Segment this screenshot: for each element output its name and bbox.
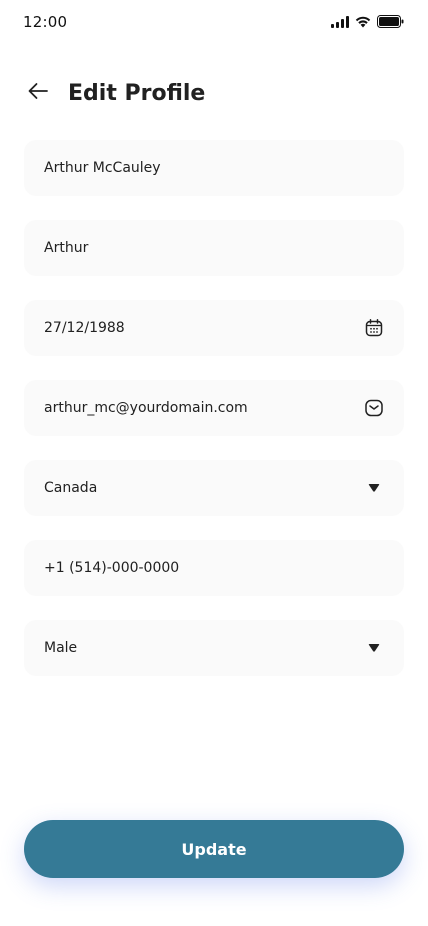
arrow-left-icon [26,79,50,107]
status-time: 12:00 [23,13,68,31]
email-value: arthur_mc@yourdomain.com [44,400,248,416]
email-field[interactable]: arthur_mc@yourdomain.com [24,380,404,436]
calendar-icon[interactable] [364,318,384,338]
battery-icon [377,15,404,28]
cellular-signal-icon [331,15,349,28]
page-title: Edit Profile [68,80,206,106]
status-bar: 12:00 [0,0,428,44]
birth-date-value: 27/12/1988 [44,320,125,336]
country-select[interactable]: Canada [24,460,404,516]
full-name-value: Arthur McCauley [44,160,161,176]
full-name-field[interactable]: Arthur McCauley [24,140,404,196]
country-value: Canada [44,480,98,496]
mail-icon [364,398,384,418]
phone-field[interactable]: +1 (514)-000-0000 [24,540,404,596]
update-button[interactable]: Update [24,820,404,878]
edit-profile-screen: 12:00 Edit Profile Arthur McCauley Arthu… [0,0,428,926]
header: Edit Profile [24,74,205,112]
back-button[interactable] [24,79,52,107]
status-icons [331,15,404,28]
caret-down-icon[interactable] [364,638,384,658]
update-button-label: Update [181,839,247,859]
phone-value: +1 (514)-000-0000 [44,560,180,576]
birth-date-field[interactable]: 27/12/1988 [24,300,404,356]
gender-select[interactable]: Male [24,620,404,676]
nickname-value: Arthur [44,240,89,256]
wifi-icon [355,16,371,28]
gender-value: Male [44,640,78,656]
caret-down-icon[interactable] [364,478,384,498]
nickname-field[interactable]: Arthur [24,220,404,276]
